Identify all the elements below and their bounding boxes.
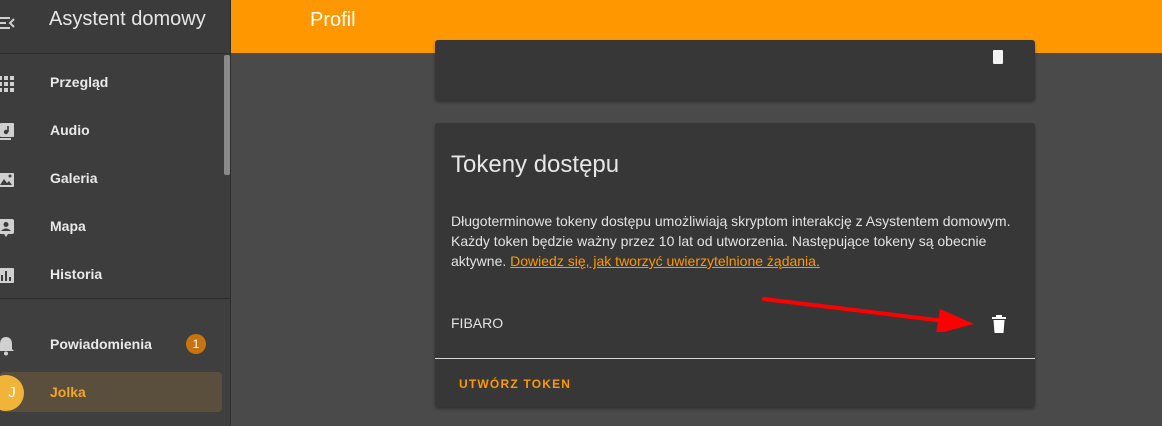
sidebar-item-label: Przegląd — [50, 74, 109, 90]
card-description: Długoterminowe tokeny dostępu umożliwiaj… — [451, 211, 1031, 271]
avatar-initial: J — [8, 384, 16, 401]
sidebar-item-label: Audio — [50, 122, 90, 138]
dashboard-grid-icon — [0, 76, 14, 92]
sidebar-item-audio[interactable]: Audio — [0, 108, 222, 152]
sidebar-scrollbar[interactable] — [224, 55, 230, 175]
delete-token-trash-icon[interactable] — [987, 312, 1011, 336]
learn-auth-requests-link[interactable]: Dowiedz się, jak tworzyć uwierzytelnione… — [510, 253, 820, 269]
menu-collapse-icon[interactable] — [0, 12, 16, 34]
token-name: FIBARO — [451, 315, 504, 331]
card-actions-divider — [435, 358, 1035, 359]
card-title: Tokeny dostępu — [451, 151, 620, 178]
map-person-icon — [0, 219, 14, 237]
trash-icon[interactable] — [988, 46, 1008, 66]
sidebar-item-gallery[interactable]: Galeria — [0, 156, 222, 200]
annotation-arrow-icon — [762, 297, 974, 332]
notification-count-badge: 1 — [186, 334, 206, 354]
previous-card — [435, 40, 1035, 100]
sidebar-item-history[interactable]: Historia — [0, 252, 222, 296]
create-token-button[interactable]: UTWÓRZ TOKEN — [459, 377, 571, 391]
user-name-label[interactable]: Jolka — [50, 384, 86, 400]
sidebar-item-overview[interactable]: Przegląd — [0, 60, 222, 104]
sidebar-item-user[interactable] — [0, 372, 222, 412]
bell-icon — [0, 337, 14, 356]
history-chart-icon — [0, 268, 14, 283]
music-icon — [0, 123, 14, 140]
page-title: Profil — [310, 9, 356, 31]
sidebar-item-label: Mapa — [50, 218, 86, 234]
sidebar-item-label: Powiadomienia — [50, 336, 152, 352]
app-title: Asystent domowy — [49, 8, 206, 30]
sidebar: Asystent domowy Przegląd Audio Galeria M… — [0, 0, 231, 426]
sidebar-item-map[interactable]: Mapa — [0, 204, 222, 248]
sidebar-item-label: Historia — [50, 266, 103, 282]
sidebar-item-label: Galeria — [50, 170, 98, 186]
sidebar-header: Asystent domowy — [0, 0, 230, 54]
gallery-icon — [0, 173, 14, 187]
